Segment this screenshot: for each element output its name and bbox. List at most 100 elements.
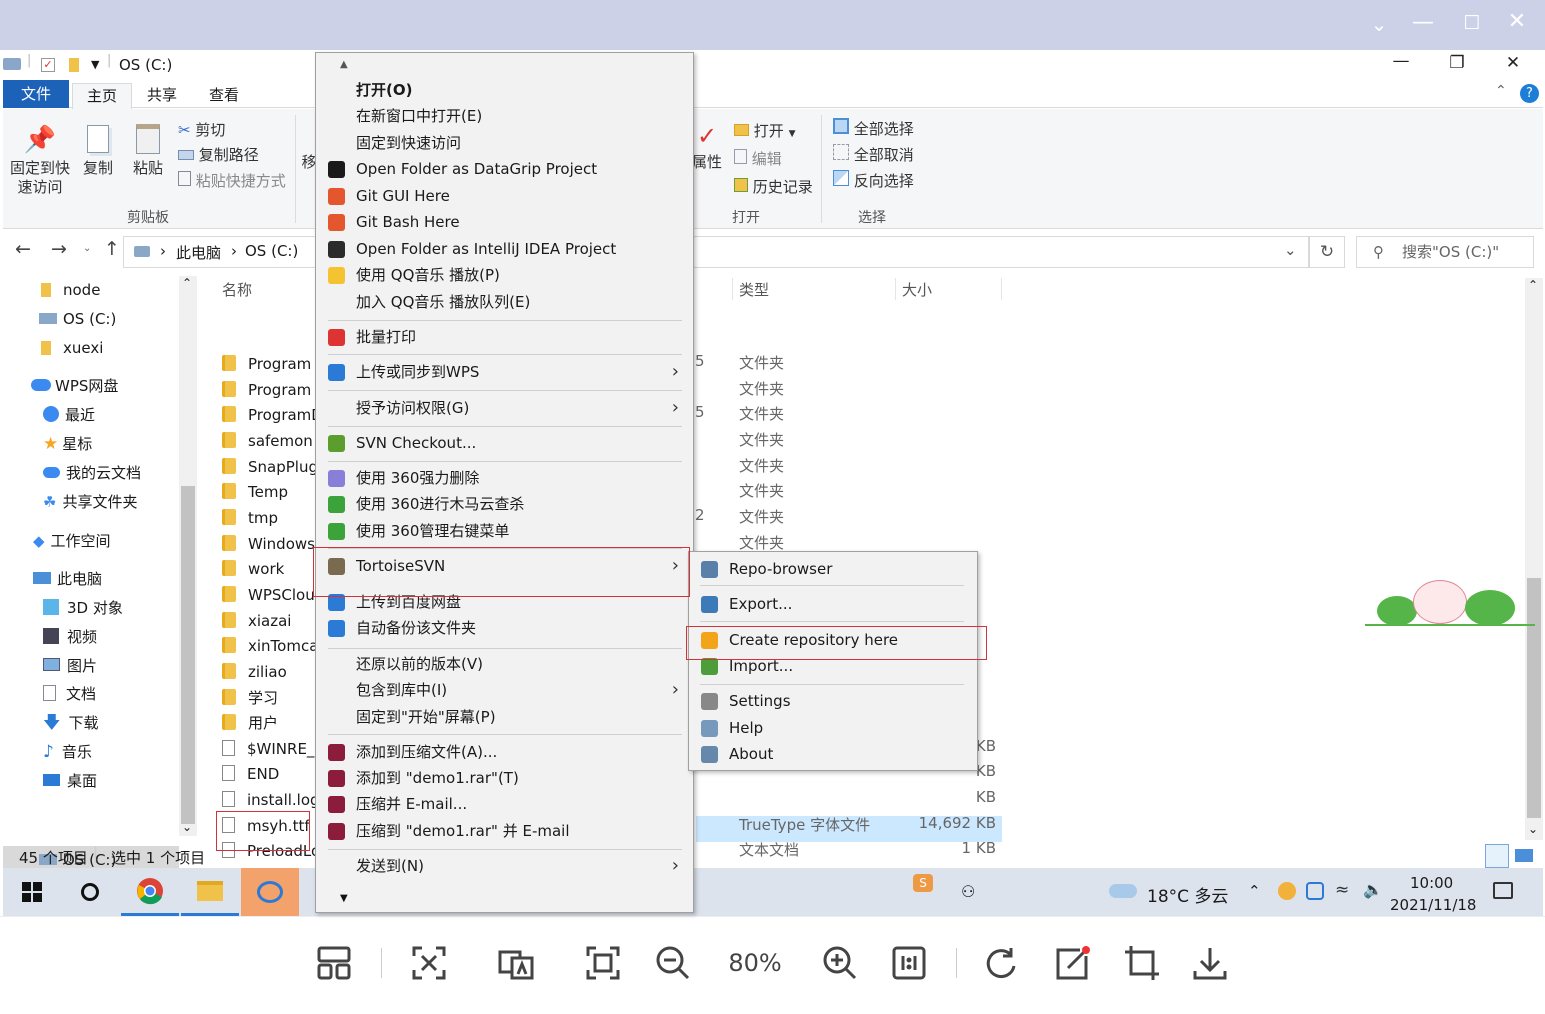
tab-file[interactable]: 文件 [3,80,69,108]
table-row[interactable]: xinTomca [222,634,318,659]
table-row[interactable]: work [222,557,284,582]
menu-item-compress-demo1-email[interactable]: 压缩到 "demo1.rar" 并 E-mail [316,818,691,844]
nav-item-wps-drive[interactable]: WPS网盘 [31,372,118,400]
menu-item-send-to[interactable]: 发送到(N) › [316,853,691,879]
start-button[interactable] [3,868,61,916]
table-row[interactable]: safemon [222,429,313,454]
scroll-down-icon[interactable]: ⌄ [1528,822,1538,836]
table-row[interactable]: Program F [222,378,325,403]
menu-scroll-down-icon[interactable]: ▼ [340,893,348,904]
refresh-icon[interactable]: ↻ [1309,236,1345,268]
breadcrumb-this-pc[interactable]: 此电脑 [176,242,221,263]
address-input[interactable]: › 此电脑 › OS (C:) ⌄ [123,236,1309,268]
menu-item-360-delete[interactable]: 使用 360强力删除 [316,465,691,491]
paste-button[interactable]: 粘贴 [129,119,167,178]
menu-scroll-up-icon[interactable]: ▲ [340,59,348,70]
nav-item-videos[interactable]: 视频 [43,623,97,651]
minimize-icon[interactable]: — [1408,10,1438,35]
submenu-item-about[interactable]: About [689,741,975,767]
properties-check-icon[interactable]: ✓ [41,58,55,72]
tab-view[interactable]: 查看 [195,83,253,108]
menu-item-svn-checkout[interactable]: SVN Checkout... [316,430,691,456]
select-none-button[interactable]: 全部取消 [833,144,914,165]
file-explorer-taskbar-button[interactable] [181,868,239,916]
forward-arrow-icon[interactable]: → [51,238,67,260]
rotate-icon[interactable] [980,940,1026,986]
nav-item-3d-objects[interactable]: 3D 对象 [43,594,123,622]
nav-item-starred[interactable]: ★ 星标 [43,430,92,458]
back-arrow-icon[interactable]: ← [15,238,31,260]
window-minimize-icon[interactable]: — [1381,51,1421,71]
copy-button[interactable]: 复制 [79,119,117,178]
menu-item-intellij[interactable]: Open Folder as IntelliJ IDEA Project [316,236,691,262]
recent-locations-icon[interactable]: ⌄ [83,243,91,254]
tab-share[interactable]: 共享 [133,83,191,108]
menu-item-add-archive[interactable]: 添加到压缩文件(A)... [316,739,691,765]
nav-item-music[interactable]: ♪ 音乐 [43,738,92,766]
search-input[interactable]: ⚲ 搜索"OS (C:)" [1356,236,1534,268]
nav-item-os-c[interactable]: OS (C:) [39,305,116,333]
nav-item-shared-folder[interactable]: ☘ 共享文件夹 [43,488,137,516]
table-row[interactable]: ProgramD [222,403,323,428]
address-dropdown-icon[interactable]: ⌄ [1284,241,1297,259]
collapse-ribbon-icon[interactable]: ⌃ [1495,83,1507,99]
up-arrow-icon[interactable]: ↑ [104,238,120,260]
maximize-icon[interactable]: ☐ [1457,12,1487,34]
table-row[interactable]: END [222,762,279,787]
menu-item-add-demo1-rar[interactable]: 添加到 "demo1.rar"(T) [316,765,691,791]
large-icons-view-icon[interactable] [1515,849,1533,862]
menu-item-qq-music-queue[interactable]: 加入 QQ音乐 播放队列(E) [316,289,691,315]
select-all-button[interactable]: 全部选择 [833,118,914,139]
new-folder-icon[interactable] [69,58,79,72]
menu-item-batch-print[interactable]: 批量打印 [316,324,691,350]
table-row[interactable]: WPSClou [222,583,315,608]
zoom-in-icon[interactable] [817,940,863,986]
menu-item-pin-start[interactable]: 固定到"开始"屏幕(P) [316,704,691,730]
copy-path-button[interactable]: 复制路径 [178,144,259,165]
table-row[interactable]: 用户 [222,711,278,736]
help-icon[interactable]: ? [1520,84,1539,103]
window-restore-icon[interactable]: ❐ [1437,53,1477,73]
submenu-item-help[interactable]: Help [689,715,975,741]
menu-item-include-library[interactable]: 包含到库中(I) › [316,677,691,703]
details-view-icon[interactable] [1485,844,1509,868]
chrome-taskbar-button[interactable] [121,868,179,916]
column-header-name[interactable]: 名称 [222,278,252,303]
table-row[interactable]: ziliao [222,660,287,685]
menu-item-auto-backup[interactable]: 自动备份该文件夹 [316,615,691,641]
qq-icon[interactable] [1278,882,1296,900]
menu-item-wps-sync[interactable]: 上传或同步到WPS › [316,359,691,385]
edit-button[interactable]: 编辑 [734,148,782,169]
search-taskbar-button[interactable] [61,868,119,916]
properties-button[interactable]: ✓ 属性 [691,119,723,172]
actual-size-icon[interactable] [886,940,932,986]
submenu-item-settings[interactable]: Settings [689,688,975,714]
ocr-icon[interactable] [406,940,452,986]
table-row[interactable]: SnapPlugi [222,455,322,480]
scroll-up-icon[interactable]: ⌃ [182,276,192,290]
pin-quick-access-button[interactable]: 📌 固定到快 速访问 [9,125,71,197]
cut-button[interactable]: ✂ 剪切 [178,119,225,140]
menu-item-restore-versions[interactable]: 还原以前的版本(V) [316,651,691,677]
scroll-up-icon[interactable]: ⌃ [1528,278,1538,292]
tab-home[interactable]: 主页 [72,83,133,110]
menu-item-git-gui[interactable]: Git GUI Here [316,183,691,209]
download-icon[interactable] [1187,940,1233,986]
nav-item-node[interactable]: node [41,276,100,304]
paste-shortcut-button[interactable]: 粘贴快捷方式 [178,170,286,191]
nav-item-desktop[interactable]: 桌面 [43,767,97,795]
screenshot-app-taskbar-button[interactable] [241,868,299,916]
menu-item-datagrip[interactable]: Open Folder as DataGrip Project [316,156,691,182]
table-row[interactable]: 学习 [222,686,278,711]
menu-item-open-new-window[interactable]: 在新窗口中打开(E) [316,103,691,129]
crop-icon[interactable] [1119,940,1165,986]
table-row[interactable]: Temp [222,480,288,505]
chevron-down-icon[interactable]: ⌄ [1364,12,1394,36]
table-row[interactable]: Windows [222,532,315,557]
nav-item-downloads[interactable]: 🡇 下载 [43,709,99,737]
nav-item-cloud-docs[interactable]: 我的云文档 [43,459,141,487]
notification-icon[interactable] [1493,882,1513,899]
menu-item-360-manage[interactable]: 使用 360管理右键菜单 [316,518,691,544]
people-icon[interactable]: ⚇ [961,882,975,901]
open-button[interactable]: 打开 ▼ [734,120,796,141]
